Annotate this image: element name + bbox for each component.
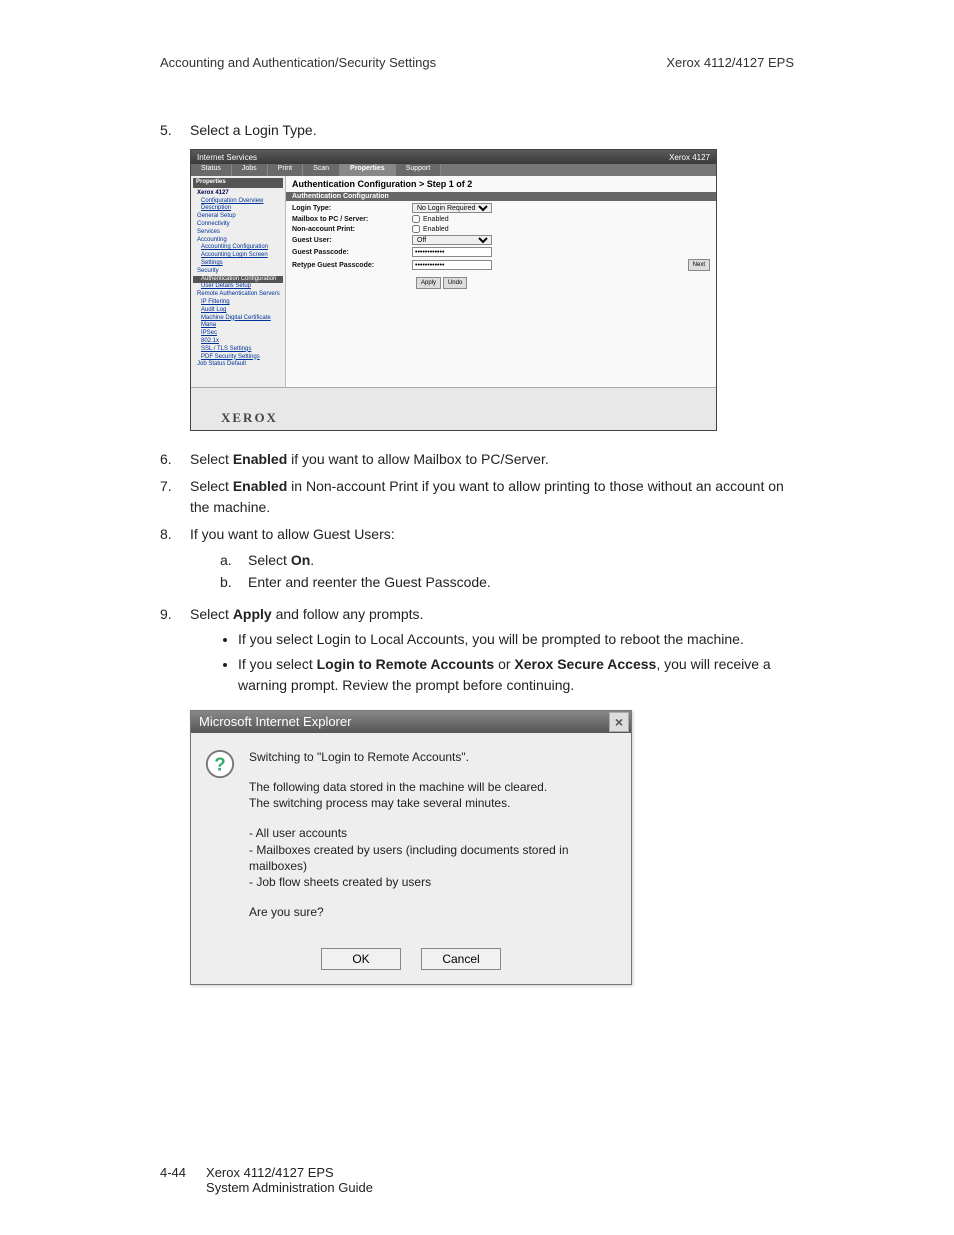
shot1-title-right: Xerox 4127	[669, 153, 710, 162]
mailbox-label: Mailbox to PC / Server:	[292, 216, 412, 223]
nonacct-label: Non-account Print:	[292, 226, 412, 233]
step-9-bullet-2: If you select Login to Remote Accounts o…	[238, 654, 794, 696]
shot1-sidebar: Properties Xerox 4127 Configuration Over…	[191, 176, 286, 387]
tab-properties[interactable]: Properties	[340, 164, 396, 176]
dialog-line4: Are you sure?	[249, 904, 617, 920]
ok-button[interactable]: OK	[321, 948, 401, 970]
guest-user-label: Guest User:	[292, 237, 412, 244]
step-8-text: If you want to allow Guest Users: a. Sel…	[190, 524, 794, 598]
sidebar-item[interactable]: Configuration Overview	[193, 198, 283, 206]
login-type-select[interactable]: No Login Required	[412, 203, 492, 213]
dialog-line2: The following data stored in the machine…	[249, 779, 617, 811]
svg-text:?: ?	[214, 753, 225, 774]
guest-pass-label: Guest Passcode:	[292, 249, 412, 256]
question-icon: ?	[205, 749, 235, 935]
sidebar-device: Xerox 4127	[193, 190, 283, 198]
step-9-bullet-1: If you select Login to Local Accounts, y…	[238, 629, 794, 650]
step-9-num: 9.	[160, 604, 190, 700]
footer-line2: System Administration Guide	[206, 1180, 373, 1195]
footer-line1: Xerox 4112/4127 EPS	[206, 1165, 334, 1180]
dialog-title: Microsoft Internet Explorer	[199, 714, 351, 729]
sidebar-item[interactable]: Services	[193, 229, 283, 237]
sidebar-header: Properties	[193, 178, 283, 188]
guest-pass-input[interactable]	[412, 247, 492, 257]
sidebar-item[interactable]: 802.1x	[193, 338, 283, 346]
tab-scan[interactable]: Scan	[303, 164, 340, 176]
footer-page-num: 4-44	[160, 1165, 186, 1195]
shot1-title-left: Internet Services	[197, 153, 257, 162]
tab-jobs[interactable]: Jobs	[232, 164, 268, 176]
step-7-num: 7.	[160, 476, 190, 518]
step-5-num: 5.	[160, 120, 190, 141]
step-6-num: 6.	[160, 449, 190, 470]
shot1-logo: XEROX	[191, 387, 716, 430]
shot1-tabs: Status Jobs Print Scan Properties Suppor…	[191, 164, 716, 176]
tab-print[interactable]: Print	[268, 164, 303, 176]
cancel-button[interactable]: Cancel	[421, 948, 501, 970]
header-left: Accounting and Authentication/Security S…	[160, 55, 436, 70]
sidebar-item[interactable]: Security	[193, 268, 283, 276]
sidebar-item[interactable]: User Details Setup	[193, 283, 283, 291]
tab-support[interactable]: Support	[396, 164, 442, 176]
shot1-breadcrumb: Authentication Configuration > Step 1 of…	[286, 176, 716, 192]
header-right: Xerox 4112/4127 EPS	[666, 55, 794, 70]
step-7-text: Select Enabled in Non-account Print if y…	[190, 476, 794, 518]
screenshot-internet-services: Internet Services Xerox 4127 Status Jobs…	[190, 149, 717, 431]
step-9-text: Select Apply and follow any prompts. If …	[190, 604, 794, 700]
page-header: Accounting and Authentication/Security S…	[160, 55, 794, 70]
sidebar-item[interactable]: Machine Digital Certificate Mana	[193, 315, 283, 331]
login-type-label: Login Type:	[292, 205, 412, 212]
screenshot-ie-dialog: Microsoft Internet Explorer × ? Switchin…	[190, 710, 632, 986]
sidebar-item[interactable]: Remote Authentication Servers	[193, 291, 283, 299]
next-button[interactable]: Next	[688, 259, 710, 271]
undo-button[interactable]: Undo	[443, 277, 467, 289]
sidebar-item-active[interactable]: Authentication Configuration	[193, 276, 283, 284]
tab-status[interactable]: Status	[191, 164, 232, 176]
step-6-text: Select Enabled if you want to allow Mail…	[190, 449, 794, 470]
nonacct-checkbox[interactable]	[412, 225, 420, 233]
guest-user-select[interactable]: Off	[412, 235, 492, 245]
sidebar-item[interactable]: Accounting	[193, 237, 283, 245]
page-footer: 4-44 Xerox 4112/4127 EPS System Administ…	[160, 1165, 373, 1195]
shot1-section-header: Authentication Configuration	[286, 192, 716, 201]
sidebar-item[interactable]: Connectivity	[193, 221, 283, 229]
retype-pass-input[interactable]	[412, 260, 492, 270]
sidebar-item[interactable]: General Setup	[193, 213, 283, 221]
sidebar-item[interactable]: SSL / TLS Settings	[193, 346, 283, 354]
sidebar-item[interactable]: Accounting Configuration	[193, 244, 283, 252]
step-5-text: Select a Login Type.	[190, 120, 794, 141]
close-icon[interactable]: ×	[609, 712, 629, 732]
sidebar-item[interactable]: Job Status Default	[193, 361, 283, 369]
retype-label: Retype Guest Passcode:	[292, 262, 412, 269]
sidebar-item[interactable]: IP Filtering	[193, 299, 283, 307]
sidebar-item[interactable]: IPSec	[193, 330, 283, 338]
sidebar-item[interactable]: Accounting Login Screen Settings	[193, 252, 283, 268]
sidebar-item[interactable]: PDF Security Settings	[193, 354, 283, 362]
mailbox-checkbox[interactable]	[412, 215, 420, 223]
step-8-num: 8.	[160, 524, 190, 598]
sidebar-item[interactable]: Audit Log	[193, 307, 283, 315]
apply-button[interactable]: Apply	[416, 277, 441, 289]
dialog-line3: - All user accounts - Mailboxes created …	[249, 825, 617, 890]
sidebar-item[interactable]: Description	[193, 205, 283, 213]
dialog-line1: Switching to "Login to Remote Accounts".	[249, 749, 617, 765]
